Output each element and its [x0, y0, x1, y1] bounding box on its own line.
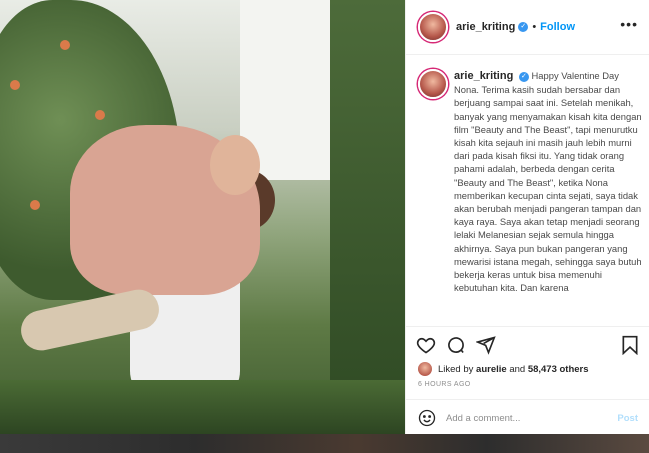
separator-dot: •	[532, 21, 537, 33]
bookmark-icon[interactable]	[620, 335, 640, 356]
likes-line: Liked by aurelie and 58,473 others	[418, 362, 589, 376]
share-icon[interactable]	[476, 335, 496, 355]
photo-flower	[10, 80, 20, 90]
caption: arie_kriting ✓ Happy Valentine Day Nona.…	[454, 69, 644, 294]
action-bar: Liked by aurelie and 58,473 others 6 HOU…	[406, 326, 649, 435]
liker-username[interactable]: aurelie	[476, 364, 507, 375]
liker-avatar[interactable]	[418, 362, 432, 376]
author-username[interactable]: arie_kriting	[456, 21, 515, 33]
photo-flower	[60, 40, 70, 50]
caption-username[interactable]: arie_kriting	[454, 70, 513, 82]
photo-flower	[30, 200, 40, 210]
post-comment-button[interactable]: Post	[617, 413, 638, 424]
comment-icon[interactable]	[446, 335, 466, 355]
photo-woman-head	[210, 135, 260, 195]
action-icons	[416, 335, 496, 355]
photo-flower	[95, 110, 105, 120]
post-timestamp[interactable]: 6 HOURS AGO	[418, 381, 471, 388]
verified-icon: ✓	[518, 22, 529, 32]
verified-icon: ✓	[518, 71, 529, 82]
comment-row: Add a comment... Post	[406, 399, 649, 436]
save-container	[620, 335, 640, 360]
more-icon[interactable]: •••	[620, 16, 638, 32]
emoji-icon[interactable]	[418, 409, 436, 427]
caption-avatar[interactable]	[418, 69, 448, 99]
photo-woman	[70, 125, 260, 295]
author-avatar[interactable]	[418, 12, 448, 42]
photo-ground	[0, 380, 405, 434]
post-side-panel: arie_kriting ✓ • Follow ••• arie_kriting…	[405, 0, 649, 434]
post-header: arie_kriting ✓ • Follow •••	[406, 0, 649, 55]
background-video-strip	[0, 434, 649, 453]
likes-count[interactable]: 58,473 others	[528, 364, 589, 375]
likes-and: and	[509, 363, 526, 375]
likes-prefix: Liked by	[438, 363, 474, 375]
heart-icon[interactable]	[416, 335, 436, 355]
follow-button[interactable]: Follow	[540, 21, 575, 33]
caption-text: Happy Valentine Day Nona. Terima kasih s…	[454, 70, 642, 294]
post-photo[interactable]	[0, 0, 405, 434]
comment-input[interactable]: Add a comment...	[446, 413, 617, 424]
caption-area: arie_kriting ✓ Happy Valentine Day Nona.…	[406, 55, 649, 325]
photo-tree-right	[330, 0, 405, 420]
